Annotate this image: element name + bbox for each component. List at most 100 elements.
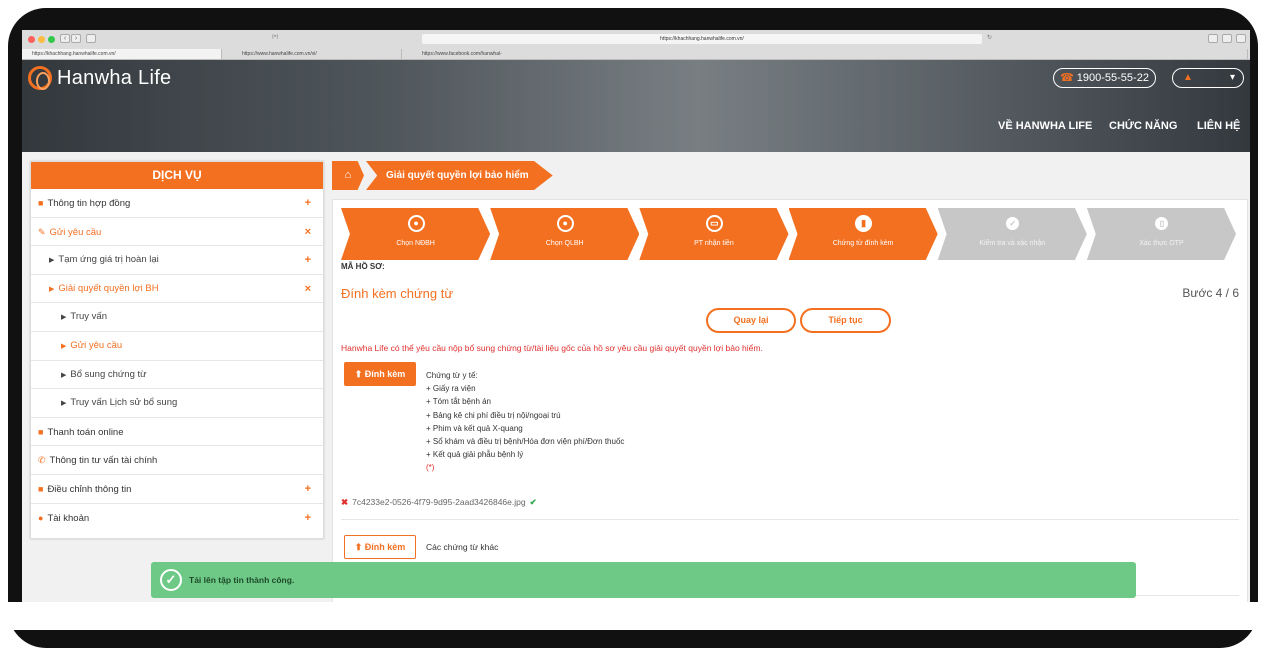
tabs-overview-icon[interactable] bbox=[1222, 34, 1232, 43]
divider bbox=[341, 519, 1239, 520]
logo-mark-icon bbox=[28, 66, 52, 90]
hotline-button[interactable]: ☎ 1900-55-55-22 bbox=[1053, 68, 1156, 88]
expand-icon[interactable]: + bbox=[305, 246, 311, 274]
logo-text: Hanwha Life bbox=[57, 66, 172, 89]
nav-contact[interactable]: LIÊN HỆ bbox=[1197, 120, 1240, 132]
edit-icon: ✎ bbox=[38, 226, 46, 237]
success-toast[interactable]: ✓ Tải lên tập tin thành công. bbox=[151, 562, 1136, 598]
browser-tab[interactable]: https://www.hanwhalife.com.vn/vi/ bbox=[222, 49, 402, 59]
step-4: ▮ Chứng từ đính kèm bbox=[788, 208, 938, 260]
upload-icon: ⬆ bbox=[354, 369, 365, 379]
sidebar-item-payment[interactable]: ■ Thanh toán online bbox=[31, 418, 323, 447]
nav-about[interactable]: VỀ HANWHA LIFE bbox=[998, 120, 1092, 132]
list-item: + Sổ khám và điều trị bệnh/Hóa đơn viện … bbox=[426, 437, 625, 447]
user-icon: ● bbox=[556, 215, 574, 232]
sidebar-item-claims[interactable]: ▶ Giải quyết quyền lợi BH × bbox=[31, 275, 323, 304]
sidebar-item-advice[interactable]: ✆ Thông tin tư vấn tài chính bbox=[31, 446, 323, 475]
sidebar-item-claim-request[interactable]: ▶ Gửi yêu cầu bbox=[31, 332, 323, 361]
file-name: 7c4233e2-0526-4f79-9d95-2aad3426846e.jpg bbox=[352, 497, 526, 507]
upload-icon: ⬆ bbox=[354, 542, 365, 552]
main-content: ⌂ Giải quyết quyền lợi bảo hiểm ● Chọn NĐ… bbox=[332, 161, 1250, 630]
document-icon: ▮ bbox=[855, 215, 873, 232]
sidebar-item-advance[interactable]: ▶ Tạm ứng giá trị hoàn lại + bbox=[31, 246, 323, 275]
sidebar-item-update-info[interactable]: ■ Điều chỉnh thông tin + bbox=[31, 475, 323, 504]
sidebar-item-contract-info[interactable]: ■ Thông tin hợp đồng + bbox=[31, 189, 323, 218]
list-item: + Tóm tắt bệnh án bbox=[426, 397, 492, 407]
phone-icon: ✆ bbox=[38, 455, 46, 466]
device-frame: ‹ › (=) https://khachhang.hanwhalife.com… bbox=[0, 0, 1266, 648]
required-mark: (*) bbox=[426, 463, 435, 473]
settings-icon[interactable] bbox=[1236, 34, 1246, 43]
browser-tab[interactable]: https://www.facebook.com/hanwhal- bbox=[402, 49, 1248, 59]
reload-icon[interactable]: ↻ bbox=[987, 34, 992, 41]
hanwha-logo[interactable]: Hanwha Life bbox=[28, 66, 171, 90]
back-button[interactable]: Quay lại bbox=[706, 308, 796, 333]
browser-tab[interactable]: https://khachhang.hanwhalife.com.vn/ bbox=[22, 49, 222, 59]
browser-chrome: ‹ › (=) https://khachhang.hanwhalife.com… bbox=[22, 30, 1250, 60]
sidebar-item-account[interactable]: ● Tài khoản + bbox=[31, 504, 323, 533]
sidebar-item-inquiry[interactable]: ▶ Truy vấn bbox=[31, 303, 323, 332]
collapse-icon[interactable]: × bbox=[305, 218, 311, 246]
caret-right-icon: ▶ bbox=[61, 342, 67, 350]
nav-features[interactable]: CHỨC NĂNG bbox=[1109, 120, 1177, 132]
check-icon: ✔ bbox=[529, 497, 537, 507]
continue-button[interactable]: Tiếp tục bbox=[800, 308, 891, 333]
check-circle-icon: ✓ bbox=[160, 569, 182, 591]
briefcase-icon: ■ bbox=[38, 198, 44, 208]
caret-right-icon: ▶ bbox=[61, 314, 67, 322]
ho-so-label: MÃ HỒ SƠ: bbox=[341, 262, 385, 271]
uploaded-file: ✖ 7c4233e2-0526-4f79-9d95-2aad3426846e.jp… bbox=[341, 497, 537, 508]
bottom-margin bbox=[0, 602, 1266, 630]
user-icon: ● bbox=[407, 215, 425, 232]
step-6: ▯ Xác thực OTP bbox=[1086, 208, 1237, 260]
hotline-number: 1900-55-55-22 bbox=[1076, 72, 1149, 84]
back-nav-icon[interactable]: ‹ bbox=[60, 34, 70, 43]
expand-icon[interactable]: + bbox=[305, 504, 311, 532]
remove-file-icon[interactable]: ✖ bbox=[341, 497, 348, 507]
caret-right-icon: ▶ bbox=[61, 400, 67, 408]
credit-card-icon: ▭ bbox=[705, 215, 723, 232]
sidebar-item-supplement[interactable]: ▶ Bổ sung chứng từ bbox=[31, 361, 323, 390]
reader-icon[interactable]: (=) bbox=[272, 34, 278, 40]
phone-icon: ☎ bbox=[1060, 72, 1074, 84]
step-count: Bước 4 / 6 bbox=[1182, 286, 1239, 300]
sidebar-title: DỊCH VỤ bbox=[31, 162, 323, 189]
toast-message: Tải lên tập tin thành công. bbox=[189, 575, 295, 585]
collapse-icon[interactable]: × bbox=[305, 275, 311, 303]
caret-right-icon: ▶ bbox=[61, 371, 67, 379]
expand-icon[interactable]: + bbox=[305, 475, 311, 503]
attach-other-button[interactable]: ⬆ Đính kèm bbox=[344, 535, 416, 559]
sidebar-item-supplement-history[interactable]: ▶ Truy vấn Lịch sử bổ sung bbox=[31, 389, 323, 418]
maximize-window-icon[interactable] bbox=[48, 36, 55, 43]
page-title: Đính kèm chứng từ bbox=[341, 286, 454, 301]
caret-right-icon: ▶ bbox=[49, 285, 55, 293]
step-2: ● Chọn QLBH bbox=[490, 208, 640, 260]
browser-screen: ‹ › (=) https://khachhang.hanwhalife.com… bbox=[22, 30, 1250, 630]
address-bar[interactable]: https://khachhang.hanwhalife.com.vn/ bbox=[422, 34, 982, 44]
notice-text: Hanwha Life có thể yêu cầu nộp bổ sung c… bbox=[341, 343, 763, 353]
user-icon: ▲ bbox=[1183, 72, 1193, 83]
list-item: + Bảng kê chi phí điều trị nội/ngoại trú bbox=[426, 410, 561, 420]
step-5: ✓ Kiểm tra và xác nhận bbox=[937, 208, 1087, 260]
medical-doc-list: Chứng từ y tế: + Giấy ra viện + Tóm tắt … bbox=[426, 369, 624, 475]
caret-right-icon: ▶ bbox=[49, 257, 55, 265]
list-item: + Phim và kết quả X-quang bbox=[426, 423, 523, 433]
credit-card-icon: ■ bbox=[38, 426, 44, 437]
service-sidebar: DỊCH VỤ ■ Thông tin hợp đồng + ✎ Gửi yêu cầ… bbox=[30, 161, 324, 539]
home-icon[interactable]: ⌂ bbox=[332, 161, 364, 190]
minimize-window-icon[interactable] bbox=[38, 36, 45, 43]
sidebar-item-send-request[interactable]: ✎ Gửi yêu cầu × bbox=[31, 218, 323, 247]
step-1: ● Chọn NĐBH bbox=[341, 208, 491, 260]
user-icon: ● bbox=[38, 512, 44, 523]
share-icon[interactable] bbox=[1208, 34, 1218, 43]
user-menu-button[interactable]: ▲ ▾ bbox=[1172, 68, 1244, 88]
id-card-icon: ■ bbox=[38, 483, 44, 494]
sidebar-toggle-icon[interactable] bbox=[86, 34, 96, 43]
list-item: + Kết quả giải phẫu bệnh lý bbox=[426, 450, 524, 460]
forward-nav-icon[interactable]: › bbox=[71, 34, 81, 43]
close-window-icon[interactable] bbox=[28, 36, 35, 43]
list-item: + Giấy ra viện bbox=[426, 384, 476, 394]
expand-icon[interactable]: + bbox=[305, 189, 311, 217]
progress-steps: ● Chọn NĐBH ● Chọn QLBH ▭ PT nhận tiền ▮ Chứ… bbox=[341, 208, 1237, 260]
attach-medical-button[interactable]: ⬆ Đính kèm bbox=[344, 362, 416, 386]
